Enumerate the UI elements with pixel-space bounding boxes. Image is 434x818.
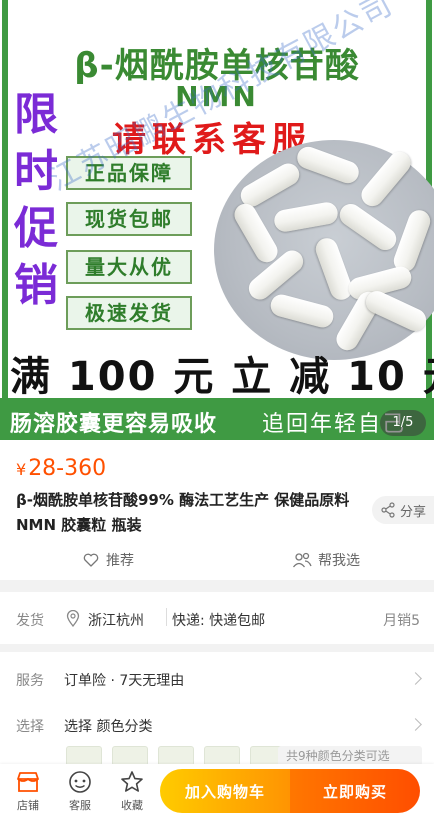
shipping-row[interactable]: 发货 浙江杭州 快递: 快递包邮 月销5 <box>0 592 434 644</box>
customer-service-tab[interactable]: 客服 <box>54 768 106 816</box>
product-detail-page: β-烟酰胺单核苷酸 NMN 请联系客服 限 时 促 销 正品保障 现货包邮 量大… <box>0 0 434 818</box>
people-icon <box>292 552 312 568</box>
chevron-right-icon <box>409 672 422 685</box>
buy-now-button[interactable]: 立即购买 <box>290 769 420 813</box>
recommend-button[interactable]: 推荐 <box>82 548 134 572</box>
bottom-action-bar: 店铺 客服 收藏 加入购物车 立即购买 <box>0 764 434 818</box>
divider <box>166 608 167 626</box>
select-label: 选择 <box>16 719 44 735</box>
location-icon <box>66 610 80 627</box>
image-badge: 极速发货 <box>66 296 192 330</box>
promo-char: 促 <box>14 203 58 254</box>
shipping-location: 浙江杭州 <box>88 613 144 629</box>
select-value: 选择 颜色分类 <box>64 719 153 735</box>
variant-count-text: 共9种颜色分类可选 <box>278 746 422 766</box>
favorite-tab[interactable]: 收藏 <box>106 768 158 816</box>
shop-tab[interactable]: 店铺 <box>2 768 54 816</box>
image-promo-vertical: 限 时 促 销 <box>12 86 60 314</box>
shop-icon <box>17 772 39 792</box>
promo-char: 限 <box>14 89 58 140</box>
variant-thumbnail[interactable] <box>66 746 102 766</box>
shipping-label: 发货 <box>16 613 44 629</box>
service-select-card: 服务 订单险 · 7天无理由 选择 选择 颜色分类 共9种颜色分类可选 <box>0 652 434 766</box>
product-action-row: 推荐 帮我选 <box>0 548 434 572</box>
variant-thumbnail[interactable] <box>158 746 194 766</box>
image-badge: 现货包邮 <box>66 202 192 236</box>
chat-icon <box>69 771 91 793</box>
service-label: 服务 <box>16 673 44 689</box>
shipping-express: 快递: 快递包邮 <box>172 613 266 629</box>
shop-label: 店铺 <box>17 799 39 812</box>
variant-thumbnail[interactable] <box>112 746 148 766</box>
promo-char: 销 <box>14 260 58 311</box>
product-price: ¥28-360 <box>16 456 106 481</box>
favorite-label: 收藏 <box>121 799 143 812</box>
price-range: 28-360 <box>28 456 107 481</box>
service-row[interactable]: 服务 订单险 · 7天无理由 <box>0 652 434 702</box>
product-info-card: ¥28-360 β-烟酰胺单核苷酸99% 酶法工艺生产 保健品原料 NMN 胶囊… <box>0 440 434 580</box>
share-icon <box>381 502 395 518</box>
image-pager: 1/5 <box>380 410 426 436</box>
share-label: 分享 <box>399 504 426 520</box>
monthly-sales: 月销5 <box>383 613 420 629</box>
help-choose-label: 帮我选 <box>318 553 360 569</box>
image-offer-text: 满 100 元 立 减 10 元 <box>10 354 434 400</box>
currency-symbol: ¥ <box>16 460 27 479</box>
customer-service-label: 客服 <box>69 799 91 812</box>
help-choose-button[interactable]: 帮我选 <box>292 548 360 572</box>
variant-thumbnails <box>66 746 286 766</box>
chevron-right-icon <box>409 718 422 731</box>
product-title: β-烟酰胺单核苷酸99% 酶法工艺生产 保健品原料 NMN 胶囊粒 瓶装 <box>16 491 350 534</box>
capsules-illustration <box>214 140 434 360</box>
add-to-cart-button[interactable]: 加入购物车 <box>160 769 290 813</box>
service-value: 订单险 · 7天无理由 <box>64 673 185 689</box>
variant-thumbnail[interactable] <box>204 746 240 766</box>
product-image-carousel[interactable]: β-烟酰胺单核苷酸 NMN 请联系客服 限 时 促 销 正品保障 现货包邮 量大… <box>0 0 434 440</box>
star-icon <box>121 771 143 792</box>
share-button[interactable]: 分享 <box>372 496 434 524</box>
image-badge: 量大从优 <box>66 250 192 284</box>
image-bar-text: 肠溶胶囊更容易吸收 <box>10 412 218 437</box>
heart-icon <box>83 553 99 567</box>
recommend-label: 推荐 <box>106 553 134 569</box>
